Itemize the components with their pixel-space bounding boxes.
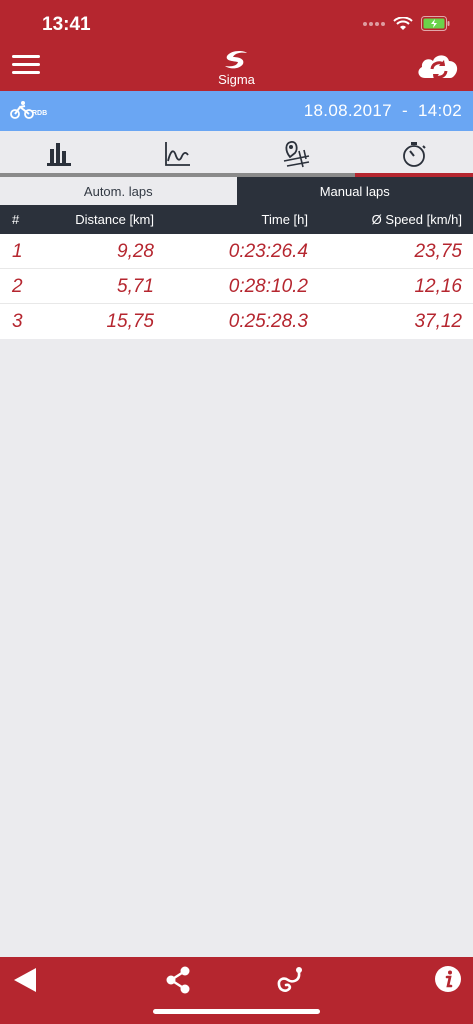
sigma-logo-icon bbox=[225, 51, 247, 69]
lap-number: 3 bbox=[12, 311, 23, 332]
activity-time: 14:02 bbox=[417, 101, 462, 120]
lap-distance: 5,71 bbox=[117, 276, 154, 297]
back-button[interactable] bbox=[12, 966, 38, 994]
table-row[interactable]: 2 5,71 0:28:10.2 12,16 bbox=[0, 269, 473, 304]
lap-speed: 37,12 bbox=[414, 311, 462, 332]
laps-table-header: # Distance [km] Time [h] Ø Speed [km/h] bbox=[0, 205, 473, 234]
app-title: Sigma bbox=[218, 72, 255, 87]
table-row[interactable]: 1 9,28 0:23:26.4 23,75 bbox=[0, 234, 473, 269]
manual-laps-button[interactable]: Manual laps bbox=[236, 177, 473, 205]
route-icon bbox=[277, 967, 302, 992]
lap-time: 0:23:26.4 bbox=[228, 241, 308, 262]
table-row[interactable]: 3 15,75 0:25:28.3 37,12 bbox=[0, 304, 473, 339]
sport-label: RDB bbox=[32, 110, 48, 117]
route-map-icon bbox=[283, 141, 309, 168]
wifi-icon bbox=[393, 16, 413, 30]
status-time: 13:41 bbox=[42, 14, 91, 35]
lap-distance: 15,75 bbox=[106, 311, 154, 332]
stopwatch-icon bbox=[402, 142, 426, 167]
lap-speed: 12,16 bbox=[414, 276, 462, 297]
view-tabs bbox=[0, 131, 473, 177]
cloud-sync-icon bbox=[418, 55, 458, 80]
info-button[interactable] bbox=[434, 965, 462, 993]
bar-chart-icon bbox=[47, 143, 72, 166]
autom-laps-button[interactable]: Autom. laps bbox=[0, 177, 237, 205]
header-speed: Ø Speed [km/h] bbox=[371, 212, 462, 227]
share-button[interactable] bbox=[166, 966, 190, 994]
tab-graph[interactable] bbox=[118, 131, 237, 177]
share-icon bbox=[166, 966, 190, 994]
header-time: Time [h] bbox=[261, 212, 308, 227]
lap-number: 2 bbox=[12, 276, 23, 297]
laps-segmented-control: Autom. laps Manual laps bbox=[0, 177, 473, 205]
lap-distance: 9,28 bbox=[117, 241, 154, 262]
header-bar: 13:41 Sigma bbox=[0, 0, 473, 91]
lap-time: 0:28:10.2 bbox=[228, 276, 308, 297]
activity-date: 18.08.2017 bbox=[303, 101, 392, 120]
battery-icon bbox=[421, 16, 450, 31]
route-button[interactable] bbox=[274, 965, 306, 995]
cloud-sync-button[interactable] bbox=[415, 50, 461, 82]
bike-icon bbox=[10, 101, 34, 119]
info-icon bbox=[435, 966, 461, 992]
back-arrow-icon bbox=[14, 968, 36, 992]
lap-time: 0:25:28.3 bbox=[228, 311, 308, 332]
lap-number: 1 bbox=[12, 241, 23, 262]
laps-table: 1 9,28 0:23:26.4 23,75 2 5,71 0:28:10.2 … bbox=[0, 234, 473, 339]
header-num: # bbox=[12, 212, 20, 227]
tab-statistics[interactable] bbox=[0, 131, 119, 177]
line-chart-icon bbox=[165, 142, 191, 166]
home-indicator[interactable] bbox=[153, 1009, 320, 1014]
datetime-separator: - bbox=[401, 101, 408, 120]
activity-info-bar: RDB 18.08.2017 - 14:02 bbox=[0, 91, 473, 131]
lap-speed: 23,75 bbox=[414, 241, 462, 262]
header-distance: Distance [km] bbox=[75, 212, 154, 227]
tab-route[interactable] bbox=[236, 131, 355, 177]
tab-laps[interactable] bbox=[354, 131, 473, 177]
signal-icon bbox=[363, 21, 385, 26]
status-indicators bbox=[363, 16, 451, 31]
activity-datetime: 18.08.2017 - 14:02 bbox=[304, 101, 462, 121]
